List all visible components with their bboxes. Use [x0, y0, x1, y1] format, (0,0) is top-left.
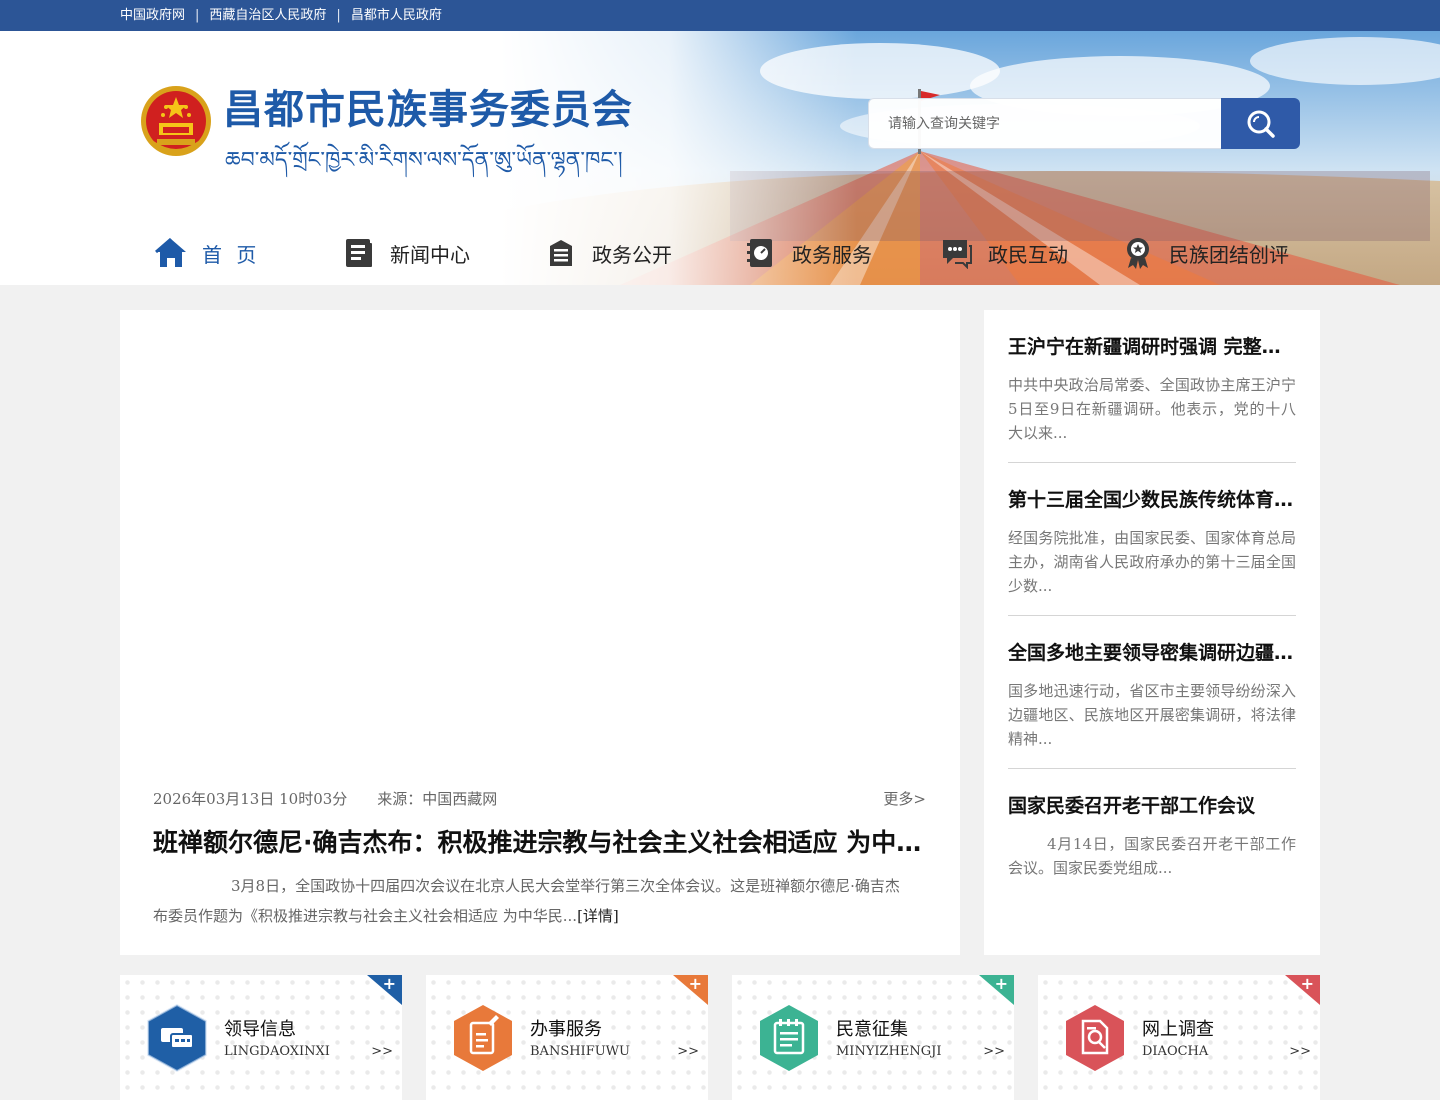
feature-source: 来源：中国西藏网	[377, 790, 498, 808]
more-link[interactable]: 更多>	[883, 788, 926, 809]
nav-unity-evaluation[interactable]: 民族团结创评	[1121, 223, 1289, 283]
plus-icon: +	[1300, 975, 1314, 993]
nav-label: 政务公开	[592, 242, 672, 267]
plus-icon: +	[382, 975, 396, 993]
feature-date: 2026年03月13日 10时03分	[153, 790, 348, 808]
service-icon	[744, 236, 778, 270]
leader-info-icon	[147, 1003, 207, 1073]
card-subtitle: MINYIZHENGJI	[836, 1044, 942, 1059]
card-title: 办事服务	[530, 1019, 602, 1040]
main-nav: 首 页 新闻中心 政务公开 政务服务 政民互动 民族团结创评	[120, 223, 1320, 283]
survey-icon	[1066, 1005, 1124, 1071]
site-header: 昌都市民族事务委员会 ཆབ་མདོ་གྲོང་ཁྱེར་མི་རིགས་ལས་ད…	[0, 31, 1440, 285]
card-leader-info[interactable]: + 领导信息 LINGDAOXINXI >>	[120, 975, 402, 1100]
site-title: 昌都市民族事务委员会	[223, 87, 633, 133]
nav-label: 政务服务	[792, 242, 872, 267]
card-more-arrow[interactable]: >>	[677, 1044, 699, 1059]
card-opinion[interactable]: + 民意征集 MINYIZHENGJI >>	[732, 975, 1014, 1100]
top-bar: 中国政府网 | 西藏自治区人民政府 | 昌都市人民政府	[0, 0, 1440, 31]
feature-summary: 3月8日，全国政协十四届四次会议在北京人民大会堂举行第三次全体会议。这是班禅额尔…	[153, 871, 913, 931]
search-input[interactable]	[868, 98, 1222, 149]
feature-article: 2026年03月13日 10时03分 来源：中国西藏网 更多> 班禅额尔德尼·确吉…	[120, 310, 960, 955]
news-desc: 4月14日，国家民委召开老干部工作会议。国家民委党组成...	[1008, 835, 1296, 877]
search-button[interactable]	[1221, 98, 1300, 149]
nav-interaction[interactable]: 政民互动	[940, 223, 1068, 283]
nav-gov-service[interactable]: 政务服务	[744, 223, 872, 283]
card-title: 民意征集	[836, 1019, 908, 1040]
link-tibet-gov[interactable]: 西藏自治区人民政府	[209, 0, 326, 31]
link-changdu-gov[interactable]: 昌都市人民政府	[351, 0, 442, 31]
news-desc: 经国务院批准，由国家民委、国家体育总局主办，湖南省人民政府承办的第十三届全国少数…	[1008, 529, 1296, 595]
divider	[1008, 768, 1296, 769]
search-box	[868, 98, 1300, 149]
list-item[interactable]: 王沪宁在新疆调研时强调 完整准确全面贯彻新时代党的治疆方略 中共中央政治局常委、…	[1008, 332, 1296, 463]
search-icon	[1247, 110, 1275, 138]
top-links: 中国政府网 | 西藏自治区人民政府 | 昌都市人民政府	[120, 0, 442, 31]
news-desc: 国多地迅速行动，省区市主要领导纷纷深入边疆地区、民族地区开展密集调研，将法律精神…	[1008, 682, 1296, 748]
nav-label: 新闻中心	[390, 242, 470, 267]
nav-home[interactable]: 首 页	[154, 223, 260, 283]
news-list: 王沪宁在新疆调研时强调 完整准确全面贯彻新时代党的治疆方略 中共中央政治局常委、…	[984, 310, 1320, 955]
feature-summary-text: 3月8日，全国政协十四届四次会议在北京人民大会堂举行第三次全体会议。这是班禅额尔…	[153, 877, 900, 925]
news-desc: 中共中央政治局常委、全国政协主席王沪宁5日至9日在新疆调研。他表示，党的十八大以…	[1008, 376, 1296, 442]
feature-image-placeholder	[120, 310, 960, 760]
news-title[interactable]: 第十三届全国少数民族传统体育运动会	[1008, 485, 1296, 512]
service-form-icon	[454, 1005, 512, 1071]
feature-headline[interactable]: 班禅额尔德尼·确吉杰布：积极推进宗教与社会主义社会相适应 为中华民族伟大复兴贡献…	[153, 823, 927, 859]
nav-gov-affairs-open[interactable]: 政务公开	[544, 223, 672, 283]
opinion-collect-icon	[760, 1005, 818, 1071]
link-china-gov[interactable]: 中国政府网	[120, 0, 185, 31]
nav-label: 政民互动	[988, 242, 1068, 267]
card-survey[interactable]: + 网上调查 DIAOCHA >>	[1038, 975, 1320, 1100]
card-title: 领导信息	[224, 1019, 296, 1040]
chat-icon	[940, 236, 974, 270]
card-more-arrow[interactable]: >>	[1289, 1044, 1311, 1059]
divider	[1008, 615, 1296, 616]
nav-news-center[interactable]: 新闻中心	[342, 223, 470, 283]
divider	[1008, 462, 1296, 463]
feature-meta: 2026年03月13日 10时03分 来源：中国西藏网	[153, 788, 497, 809]
national-emblem-logo	[141, 86, 211, 156]
divider: |	[195, 8, 200, 23]
detail-link[interactable]: [详情]	[577, 907, 619, 925]
card-subtitle: LINGDAOXINXI	[224, 1044, 330, 1059]
news-title[interactable]: 全国多地主要领导密集调研边疆民族地区	[1008, 638, 1296, 665]
home-icon	[154, 236, 188, 270]
card-more-arrow[interactable]: >>	[983, 1044, 1005, 1059]
card-title: 网上调查	[1142, 1019, 1214, 1040]
plus-icon: +	[688, 975, 702, 993]
card-more-arrow[interactable]: >>	[371, 1044, 393, 1059]
list-item[interactable]: 国家民委召开老干部工作会议 4月14日，国家民委召开老干部工作会议。国家民委党组…	[1008, 791, 1296, 880]
divider: |	[336, 8, 341, 23]
nav-label: 首 页	[202, 242, 261, 267]
card-service[interactable]: + 办事服务 BANSHIFUWU >>	[426, 975, 708, 1100]
site-subtitle-tibetan: ཆབ་མདོ་གྲོང་ཁྱེར་མི་རིགས་ལས་དོན་ཨུ་ཡོན་ལ…	[225, 148, 623, 173]
news-title[interactable]: 王沪宁在新疆调研时强调 完整准确全面贯彻新时代党的治疆方略	[1008, 332, 1296, 359]
card-subtitle: DIAOCHA	[1142, 1044, 1209, 1059]
news-title[interactable]: 国家民委召开老干部工作会议	[1008, 791, 1296, 818]
nav-label: 民族团结创评	[1169, 242, 1289, 267]
list-item[interactable]: 全国多地主要领导密集调研边疆民族地区 国多地迅速行动，省区市主要领导纷纷深入边疆…	[1008, 638, 1296, 769]
award-icon	[1121, 236, 1155, 270]
news-icon	[342, 236, 376, 270]
plus-icon: +	[994, 975, 1008, 993]
card-subtitle: BANSHIFUWU	[530, 1044, 630, 1059]
list-item[interactable]: 第十三届全国少数民族传统体育运动会 经国务院批准，由国家民委、国家体育总局主办，…	[1008, 485, 1296, 616]
document-icon	[544, 236, 578, 270]
